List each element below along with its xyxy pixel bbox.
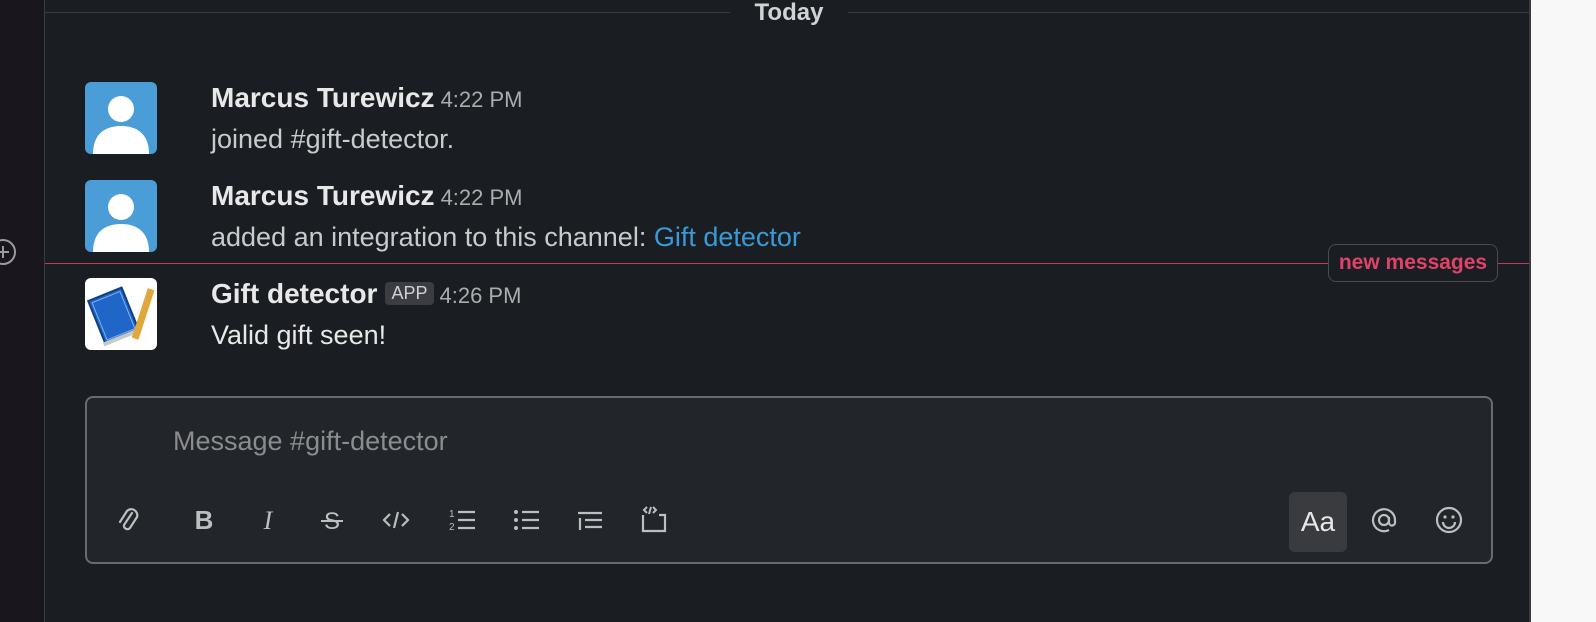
- message-composer: B I S 12: [85, 396, 1493, 564]
- new-messages-badge: new messages: [1328, 244, 1498, 282]
- message-input[interactable]: [171, 420, 1275, 462]
- code-block-icon: [639, 505, 669, 540]
- app-avatar[interactable]: [85, 278, 157, 350]
- sidebar-strip: [0, 0, 44, 622]
- blockquote-icon: [575, 505, 605, 540]
- message-timestamp[interactable]: 4:22 PM: [441, 87, 523, 112]
- message-text: joined #gift-detector.: [211, 124, 455, 154]
- bulleted-list-icon: [511, 505, 541, 540]
- bulleted-list-button[interactable]: [497, 492, 555, 552]
- svg-text:2: 2: [449, 522, 455, 533]
- bold-button[interactable]: B: [175, 492, 233, 552]
- svg-text:I: I: [263, 506, 274, 535]
- integration-link[interactable]: Gift detector: [654, 222, 801, 252]
- message-timestamp[interactable]: 4:22 PM: [441, 185, 523, 210]
- message-text: added an integration to this channel: Gi…: [211, 222, 801, 253]
- code-icon: [381, 505, 411, 540]
- attach-button[interactable]: [99, 492, 157, 552]
- emoji-icon: [1434, 505, 1464, 540]
- strikethrough-icon: S: [317, 505, 347, 540]
- code-button[interactable]: [367, 492, 425, 552]
- desktop-background: [1531, 0, 1596, 622]
- avatar[interactable]: [85, 82, 157, 154]
- author-name[interactable]: Gift detector: [211, 278, 377, 309]
- message-pane: Today Marcus Turewicz 4:22 PM joined #gif…: [45, 0, 1531, 622]
- new-messages-line: [45, 263, 1531, 264]
- code-block-button[interactable]: [625, 492, 683, 552]
- message-timestamp[interactable]: 4:26 PM: [440, 283, 522, 308]
- message-header: Gift detector APP 4:26 PM: [211, 278, 521, 310]
- message-text: Valid gift seen!: [211, 320, 387, 350]
- author-name[interactable]: Marcus Turewicz: [211, 180, 435, 211]
- strikethrough-button[interactable]: S: [303, 492, 361, 552]
- bold-icon: B: [189, 505, 219, 540]
- avatar[interactable]: [85, 180, 157, 252]
- app-badge: APP: [385, 282, 434, 305]
- svg-text:1: 1: [449, 509, 455, 520]
- message-text-prefix: added an integration to this channel:: [211, 222, 654, 252]
- italic-icon: I: [253, 505, 283, 540]
- at-icon: [1369, 505, 1399, 540]
- formatting-toggle-button[interactable]: Aa: [1289, 492, 1347, 552]
- emoji-button[interactable]: [1420, 492, 1478, 552]
- message-header: Marcus Turewicz 4:22 PM: [211, 180, 523, 212]
- add-circle-icon[interactable]: [0, 237, 18, 267]
- ordered-list-button[interactable]: 12: [433, 492, 491, 552]
- svg-text:B: B: [195, 505, 214, 535]
- paperclip-icon: [113, 505, 143, 540]
- day-divider-label[interactable]: Today: [730, 0, 848, 28]
- message-header: Marcus Turewicz 4:22 PM: [211, 82, 523, 114]
- ordered-list-icon: 12: [447, 505, 477, 540]
- blockquote-button[interactable]: [561, 492, 619, 552]
- mention-button[interactable]: [1355, 492, 1413, 552]
- author-name[interactable]: Marcus Turewicz: [211, 82, 435, 113]
- italic-button[interactable]: I: [239, 492, 297, 552]
